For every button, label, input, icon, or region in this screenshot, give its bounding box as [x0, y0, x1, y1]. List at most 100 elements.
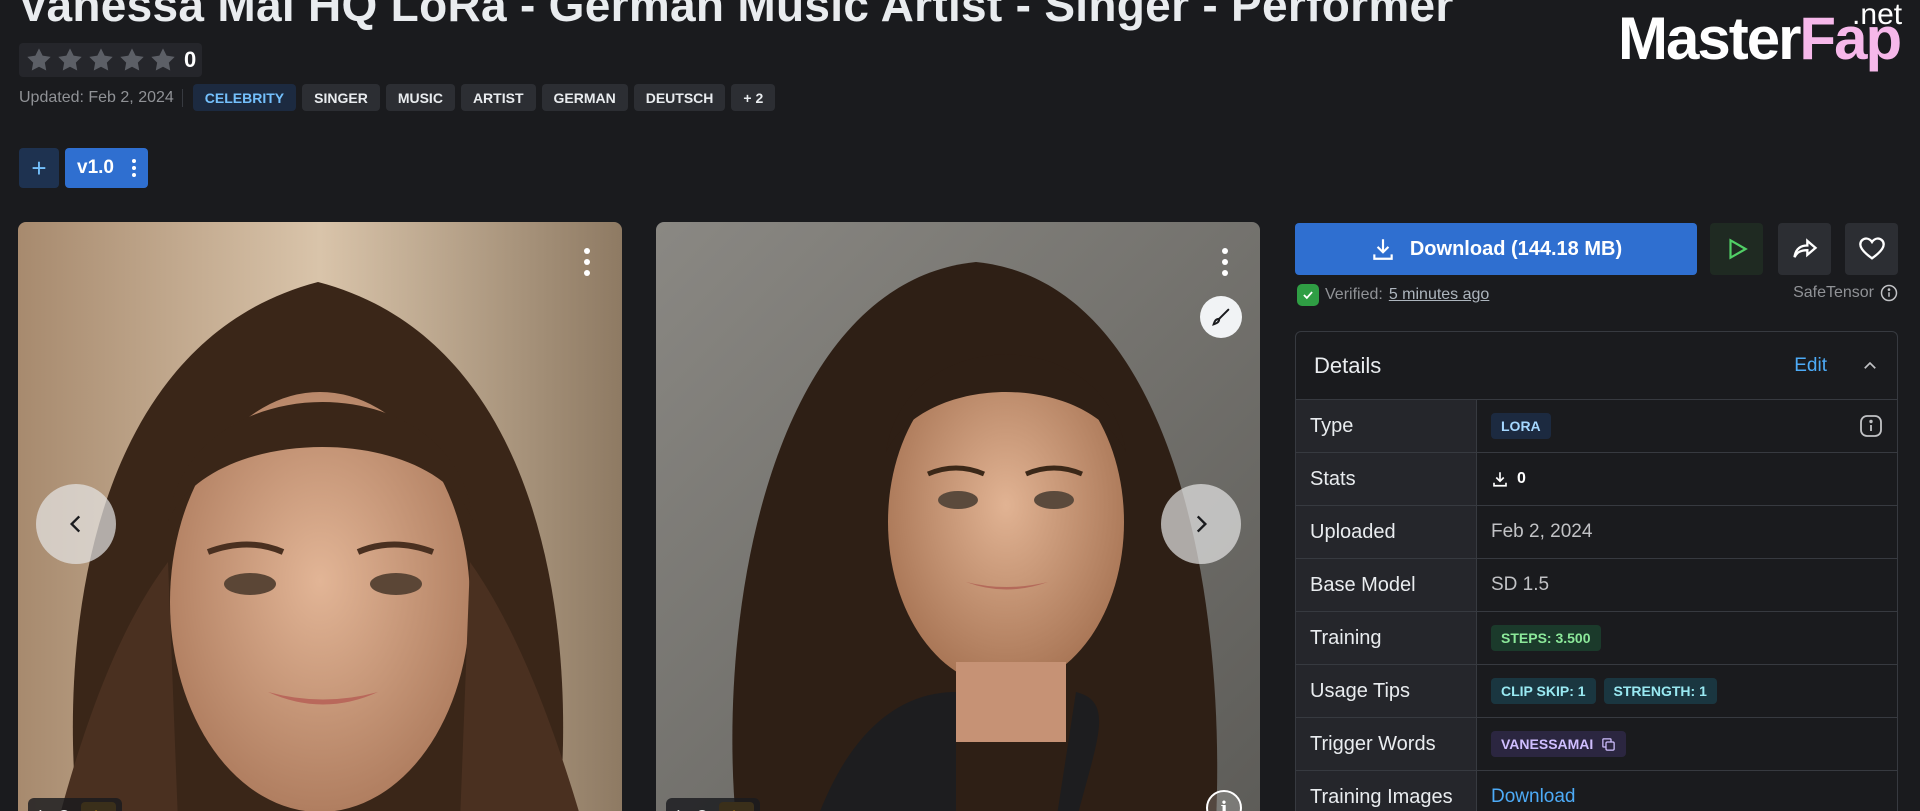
- row-value: Download: [1477, 771, 1897, 811]
- details-title: Details: [1314, 352, 1382, 378]
- add-version-button[interactable]: +: [19, 148, 59, 188]
- rating-widget[interactable]: 0: [19, 43, 203, 77]
- shield-check-icon: [1297, 284, 1319, 306]
- row-value: Feb 2, 2024: [1491, 521, 1593, 542]
- page-title: Vanessa Mai HQ LoRa - German Music Artis…: [18, 0, 1454, 31]
- details-row-type: Type LORA: [1296, 400, 1897, 453]
- like-button[interactable]: [1845, 223, 1898, 275]
- row-label: Training Images: [1296, 771, 1477, 811]
- download-count: 0: [1491, 470, 1526, 488]
- carousel-prev-button[interactable]: [36, 484, 116, 564]
- verified-time-link[interactable]: 5 minutes ago: [1389, 286, 1490, 304]
- details-header[interactable]: Details Edit: [1296, 332, 1897, 400]
- tag-singer[interactable]: SINGER: [302, 84, 380, 111]
- tag-celebrity[interactable]: CELEBRITY: [192, 84, 297, 111]
- row-value: LORA: [1477, 400, 1897, 452]
- file-format-label: SafeTensor: [1793, 284, 1874, 301]
- star-icon[interactable]: [149, 46, 177, 74]
- image-reactions: + ☺ ⚡ 0: [28, 798, 123, 811]
- version-button[interactable]: v1.0: [65, 148, 148, 188]
- tag-artist[interactable]: ARTIST: [460, 84, 536, 111]
- buzz-tip-button[interactable]: ⚡ 0: [81, 802, 117, 811]
- info-icon[interactable]: [1880, 284, 1898, 302]
- row-label: Type: [1296, 400, 1477, 452]
- row-label: Usage Tips: [1296, 665, 1477, 717]
- row-value: VANESSAMAI: [1477, 718, 1897, 770]
- download-icon: [1493, 472, 1507, 487]
- star-icon[interactable]: [118, 46, 146, 74]
- chevron-right-icon: [1196, 515, 1208, 533]
- star-icon[interactable]: [56, 46, 84, 74]
- tag-more[interactable]: + 2: [731, 84, 776, 111]
- chevron-up-icon[interactable]: [1861, 357, 1879, 375]
- verified-status: Verified: 5 minutes ago: [1297, 284, 1489, 306]
- updated-date: Updated: Feb 2, 2024: [19, 88, 183, 107]
- file-format: SafeTensor: [1793, 284, 1898, 302]
- details-row-base-model: Base Model SD 1.5: [1296, 559, 1897, 612]
- trigger-word-badge[interactable]: VANESSAMAI: [1491, 731, 1627, 757]
- details-row-training: Training STEPS: 3.500: [1296, 612, 1897, 665]
- image-menu-icon[interactable]: [1222, 248, 1228, 276]
- row-value: CLIP SKIP: 1 STRENGTH: 1: [1477, 665, 1897, 717]
- buzz-count: 0: [740, 808, 748, 811]
- star-icon[interactable]: [87, 46, 115, 74]
- training-steps-badge: STEPS: 3.500: [1491, 625, 1601, 651]
- details-row-stats: Stats 0: [1296, 453, 1897, 506]
- download-icon: [1373, 239, 1393, 260]
- emoji-icon[interactable]: ☺: [691, 803, 713, 811]
- details-edit-link[interactable]: Edit: [1794, 355, 1827, 377]
- row-label: Uploaded: [1296, 506, 1477, 558]
- add-reaction-icon[interactable]: +: [672, 803, 685, 811]
- play-icon: [1728, 238, 1748, 260]
- trigger-word: VANESSAMAI: [1501, 736, 1594, 752]
- details-row-usage-tips: Usage Tips CLIP SKIP: 1 STRENGTH: 1: [1296, 665, 1897, 718]
- row-label: Stats: [1296, 453, 1477, 505]
- row-label: Base Model: [1296, 559, 1477, 611]
- bolt-icon: ⚡: [87, 807, 98, 811]
- row-label: Training: [1296, 612, 1477, 664]
- tag-german[interactable]: GERMAN: [541, 84, 628, 111]
- details-row-trigger-words: Trigger Words VANESSAMAI: [1296, 718, 1897, 771]
- meta-row: Updated: Feb 2, 2024 CELEBRITY SINGER MU…: [19, 84, 776, 111]
- watermark-suffix: .net: [1852, 0, 1903, 31]
- remix-brush-icon[interactable]: [1200, 296, 1242, 338]
- row-value: 0: [1477, 453, 1897, 505]
- watermark-main: Master: [1618, 5, 1801, 72]
- training-images-download-link[interactable]: Download: [1491, 786, 1576, 808]
- version-selector: + v1.0: [19, 148, 148, 188]
- clip-skip-badge: CLIP SKIP: 1: [1491, 678, 1596, 704]
- copy-icon[interactable]: [1601, 737, 1616, 752]
- image-reactions: + ☺ ⚡ 0: [666, 798, 761, 811]
- bolt-icon: ⚡: [725, 807, 736, 811]
- carousel-next-button[interactable]: [1161, 484, 1241, 564]
- info-icon[interactable]: [1859, 414, 1883, 438]
- row-value: SD 1.5: [1491, 574, 1550, 595]
- share-button[interactable]: [1778, 223, 1831, 275]
- download-label: Download (144.18 MB): [1409, 237, 1623, 260]
- tag-music[interactable]: MUSIC: [385, 84, 455, 111]
- row-label: Trigger Words: [1296, 718, 1477, 770]
- version-label: v1.0: [77, 157, 114, 178]
- details-row-uploaded: Uploaded Feb 2, 2024: [1296, 506, 1897, 559]
- download-count-value: 0: [1517, 470, 1526, 487]
- site-watermark-logo: MasterFap .net: [1618, 0, 1902, 73]
- emoji-icon[interactable]: ☺: [53, 803, 75, 811]
- verified-label: Verified:: [1325, 286, 1383, 303]
- buzz-count: 0: [102, 808, 110, 811]
- download-button[interactable]: Download (144.18 MB): [1295, 223, 1697, 275]
- add-reaction-icon[interactable]: +: [34, 803, 47, 811]
- share-icon: [1792, 238, 1817, 258]
- star-icon[interactable]: [25, 46, 53, 74]
- run-button[interactable]: [1710, 223, 1763, 275]
- chevron-left-icon: [69, 515, 81, 533]
- version-menu-icon[interactable]: [131, 159, 136, 177]
- heart-icon: [1858, 237, 1885, 260]
- details-row-training-images: Training Images Download: [1296, 771, 1897, 811]
- tag-deutsch[interactable]: DEUTSCH: [633, 84, 726, 111]
- buzz-tip-button[interactable]: ⚡ 0: [719, 802, 755, 811]
- image-menu-icon[interactable]: [584, 248, 590, 276]
- rating-count: 0: [184, 47, 197, 72]
- details-panel: Details Edit Type LORA Stats 0 Uploaded …: [1295, 331, 1898, 811]
- row-value: STEPS: 3.500: [1477, 612, 1897, 664]
- type-badge: LORA: [1491, 413, 1551, 439]
